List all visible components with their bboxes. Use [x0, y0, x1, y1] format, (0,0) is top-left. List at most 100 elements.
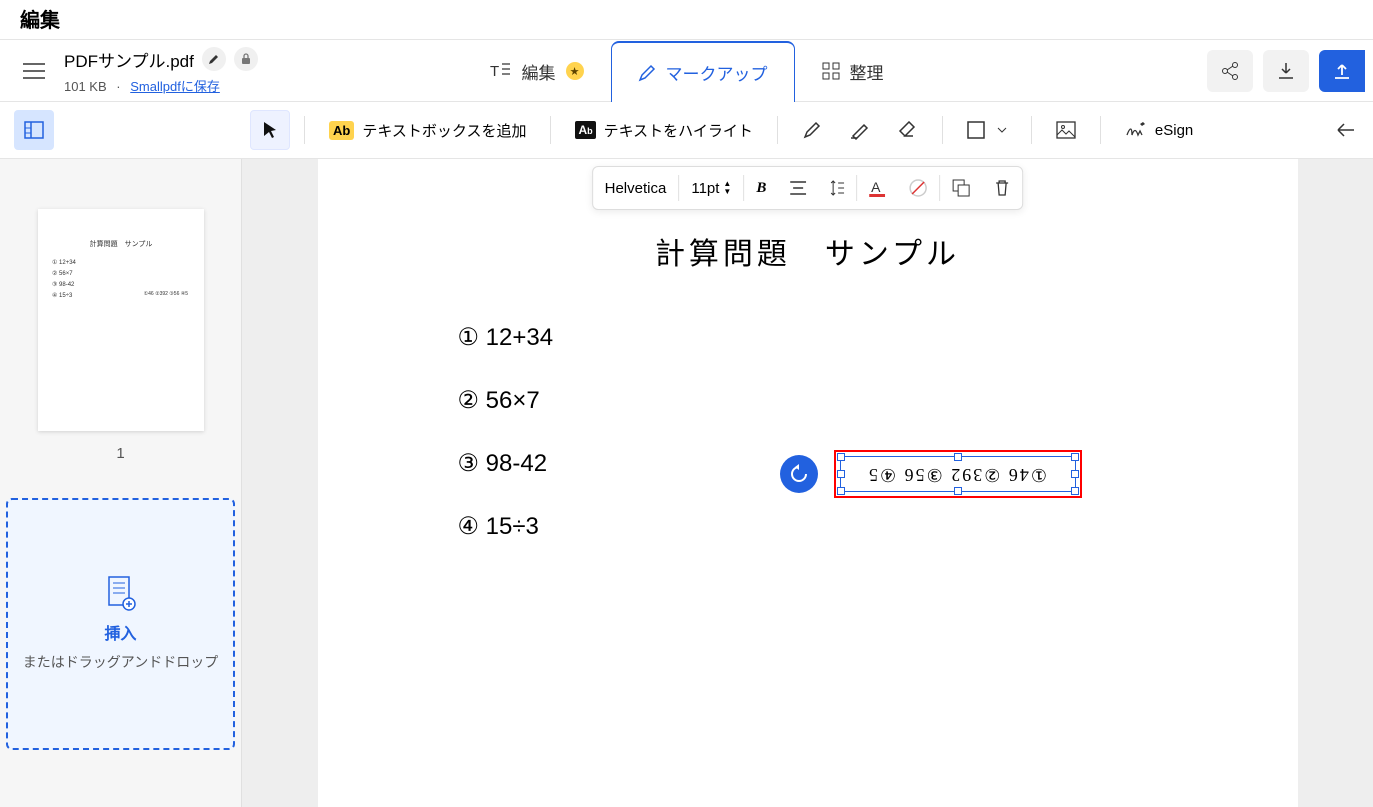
delete-button[interactable] — [982, 167, 1022, 209]
insert-page-dropzone[interactable]: 挿入 またはドラッグアンドドロップ — [6, 498, 235, 750]
text-color-icon: A — [869, 179, 885, 197]
rename-button[interactable] — [202, 47, 226, 71]
cursor-icon — [262, 120, 278, 140]
font-family-select[interactable]: Helvetica — [593, 167, 679, 209]
highlighter-button[interactable] — [840, 110, 880, 150]
svg-text:T: T — [490, 63, 499, 80]
duplicate-button[interactable] — [940, 167, 982, 209]
file-size: 101 KB — [64, 79, 107, 94]
image-icon — [1056, 121, 1076, 139]
resize-handle[interactable] — [1071, 470, 1079, 478]
document-title: 計算問題 サンプル — [458, 229, 1158, 273]
line-height-button[interactable] — [818, 167, 856, 209]
eraser-icon — [897, 121, 919, 139]
file-name: PDFサンプル.pdf — [64, 47, 194, 72]
tab-edit-label: 編集 — [522, 59, 556, 84]
esign-label: eSign — [1155, 122, 1193, 139]
eraser-button[interactable] — [888, 110, 928, 150]
rotate-icon — [789, 464, 809, 484]
square-icon — [967, 121, 985, 139]
hamburger-menu-button[interactable] — [12, 49, 56, 93]
highlight-label: テキストをハイライト — [604, 120, 753, 141]
share-icon — [1220, 61, 1240, 81]
lock-button[interactable] — [234, 47, 258, 71]
ab-badge-icon: Ab — [329, 121, 354, 140]
download-button[interactable] — [1263, 50, 1309, 92]
thumb-line: ② 56×7 — [52, 270, 190, 277]
font-size-value: 11pt — [691, 180, 719, 197]
resize-handle[interactable] — [1071, 487, 1079, 495]
duplicate-icon — [952, 179, 970, 197]
freehand-draw-button[interactable] — [792, 110, 832, 150]
problem-line: ① 12+34 — [458, 323, 1158, 352]
shape-button[interactable] — [957, 110, 1017, 150]
resize-handle[interactable] — [837, 487, 845, 495]
resize-handle[interactable] — [1071, 453, 1079, 461]
signature-icon — [1125, 121, 1147, 139]
pencil-icon — [638, 64, 656, 82]
highlighter-icon — [849, 120, 871, 140]
lock-icon — [241, 53, 251, 65]
page-thumbnail[interactable]: 計算問題 サンプル ① 12+34 ② 56×7 ③ 98-42 ④ 15÷3 … — [38, 209, 204, 431]
export-button[interactable] — [1319, 50, 1365, 92]
tab-markup-label: マークアップ — [666, 60, 768, 85]
highlight-text-button[interactable]: Ab テキストをハイライト — [565, 110, 762, 150]
page-number: 1 — [38, 445, 203, 462]
resize-handle[interactable] — [954, 487, 962, 495]
highlight-badge-icon: Ab — [575, 121, 595, 139]
esign-button[interactable]: eSign — [1115, 110, 1203, 150]
tab-edit[interactable]: T 編集 ★ — [463, 40, 611, 101]
align-center-icon — [790, 181, 806, 195]
thumb-line: ① 12+34 — [52, 259, 190, 266]
pencil-icon — [208, 54, 219, 65]
resize-handle[interactable] — [837, 470, 845, 478]
add-textbox-label: テキストボックスを追加 — [362, 120, 526, 141]
upload-icon — [1332, 61, 1352, 81]
selected-textbox[interactable]: ①46 ②392 ③56 ④5 — [834, 450, 1082, 498]
back-arrow-button[interactable] — [1325, 110, 1365, 150]
insert-sublabel: またはドラッグアンドドロップ — [23, 652, 218, 672]
thumb-line: ③ 98-42 — [52, 281, 190, 288]
arrow-left-icon — [1336, 123, 1354, 137]
no-fill-button[interactable] — [897, 167, 939, 209]
rotate-handle[interactable] — [780, 455, 818, 493]
trash-icon — [994, 179, 1010, 197]
insert-label: 挿入 — [104, 620, 136, 644]
file-meta: 101 KB · Smallpdfに保存 — [64, 76, 258, 95]
download-icon — [1276, 61, 1296, 81]
select-tool-button[interactable] — [250, 110, 290, 150]
hamburger-icon — [23, 63, 45, 79]
chevron-down-icon — [997, 127, 1007, 133]
stepper-icon[interactable]: ▲▼ — [723, 180, 731, 196]
text-color-button[interactable]: A — [857, 167, 897, 209]
bold-button[interactable]: B — [744, 167, 778, 209]
thumb-title: 計算問題 サンプル — [52, 239, 190, 249]
tab-organize-label: 整理 — [850, 59, 884, 84]
line-height-icon — [830, 180, 844, 196]
no-fill-icon — [909, 179, 927, 197]
svg-text:A: A — [871, 179, 881, 195]
panel-icon — [24, 120, 44, 140]
align-button[interactable] — [778, 167, 818, 209]
text-format-toolbar: Helvetica 11pt ▲▼ B A — [592, 166, 1024, 210]
resize-handle[interactable] — [954, 453, 962, 461]
add-textbox-button[interactable]: Ab テキストボックスを追加 — [319, 110, 536, 150]
text-edit-icon: T — [490, 61, 512, 81]
tab-organize[interactable]: 整理 — [795, 40, 911, 101]
thumb-answers: ①46 ②392 ③56 ④5 — [144, 291, 188, 297]
panel-toggle-button[interactable] — [14, 110, 54, 150]
resize-handle[interactable] — [837, 453, 845, 461]
insert-page-icon — [106, 576, 136, 612]
share-button[interactable] — [1207, 50, 1253, 92]
pencil-icon — [802, 120, 822, 140]
problem-line: ② 56×7 — [458, 386, 1158, 415]
image-button[interactable] — [1046, 110, 1086, 150]
answer-text: ①46 ②392 ③56 ④5 — [867, 464, 1047, 485]
page-title: 編集 — [20, 4, 1353, 33]
tab-markup[interactable]: マークアップ — [611, 41, 795, 102]
font-size-select[interactable]: 11pt ▲▼ — [679, 167, 743, 209]
grid-icon — [822, 62, 840, 80]
save-to-smallpdf-link[interactable]: Smallpdfに保存 — [130, 79, 220, 94]
star-badge-icon: ★ — [566, 62, 584, 80]
document-page[interactable]: 計算問題 サンプル ① 12+34 ② 56×7 ③ 98-42 ④ 15÷3 … — [318, 159, 1298, 807]
